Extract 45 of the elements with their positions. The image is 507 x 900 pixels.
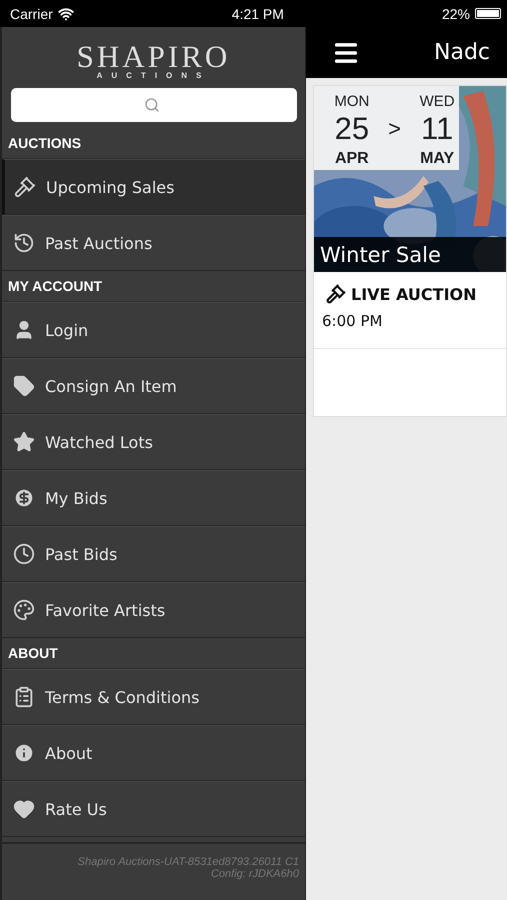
sale-time: 6:00 PM xyxy=(321,311,384,330)
history-icon xyxy=(13,232,35,254)
start-weekday: MON xyxy=(334,94,370,110)
logo-tagline: AUCTIONS xyxy=(96,71,210,80)
menu-item[interactable]: Favorite Artists xyxy=(2,582,305,638)
carrier-name: Carrier xyxy=(10,6,53,22)
clipboard-icon xyxy=(13,686,35,708)
menu-item[interactable]: My Bids xyxy=(2,470,305,526)
menu-item[interactable]: Past Auctions xyxy=(2,215,305,271)
page-title: Nadc xyxy=(434,40,490,65)
wifi-icon xyxy=(58,6,74,22)
menu-item[interactable]: Rate Us xyxy=(2,781,305,837)
range-separator: > xyxy=(388,116,401,142)
info-icon xyxy=(13,742,35,764)
menu-item[interactable]: Upcoming Sales xyxy=(2,159,305,215)
tag-icon xyxy=(13,375,35,397)
version-text: Shapiro Auctions-UAT-8531ed8793.26011 C1 xyxy=(78,856,299,868)
menu-item[interactable]: Login xyxy=(2,302,305,358)
palette-icon xyxy=(13,599,35,621)
gavel-icon xyxy=(326,284,346,304)
search-field[interactable] xyxy=(11,88,297,122)
star-icon xyxy=(13,431,35,453)
gavel-icon xyxy=(14,176,36,198)
version-text: Config: rJDKA6h0 xyxy=(210,868,299,880)
sale-title: Winter Sale xyxy=(314,237,506,272)
heart-icon xyxy=(13,798,35,820)
menu-item[interactable]: Consign An Item xyxy=(2,358,305,414)
end-day: 11 xyxy=(421,113,454,146)
menu-item[interactable]: Past Bids xyxy=(2,526,305,582)
dollar-icon xyxy=(13,487,35,509)
start-day: 25 xyxy=(334,113,370,146)
menu-item[interactable]: Terms & Conditions xyxy=(2,669,305,725)
battery-icon xyxy=(474,8,501,19)
auction-type: LIVE AUCTION xyxy=(351,284,477,304)
menu-item[interactable]: About xyxy=(2,725,305,781)
end-month: MAY xyxy=(420,150,454,168)
clock-time: 4:21 PM xyxy=(232,6,284,22)
search-icon xyxy=(144,97,160,113)
menu-item[interactable]: Watched Lots xyxy=(2,414,305,470)
clock-icon xyxy=(13,543,35,565)
battery-percent: 22% xyxy=(442,6,470,22)
sale-card[interactable]: MON WED 25 > 11 APR MAY Winter Sale LIVE AUCTION 6:00 PM xyxy=(313,85,507,417)
start-month: APR xyxy=(334,150,369,168)
end-weekday: WED xyxy=(420,94,455,110)
logo-name: SHAPIRO xyxy=(76,43,230,71)
